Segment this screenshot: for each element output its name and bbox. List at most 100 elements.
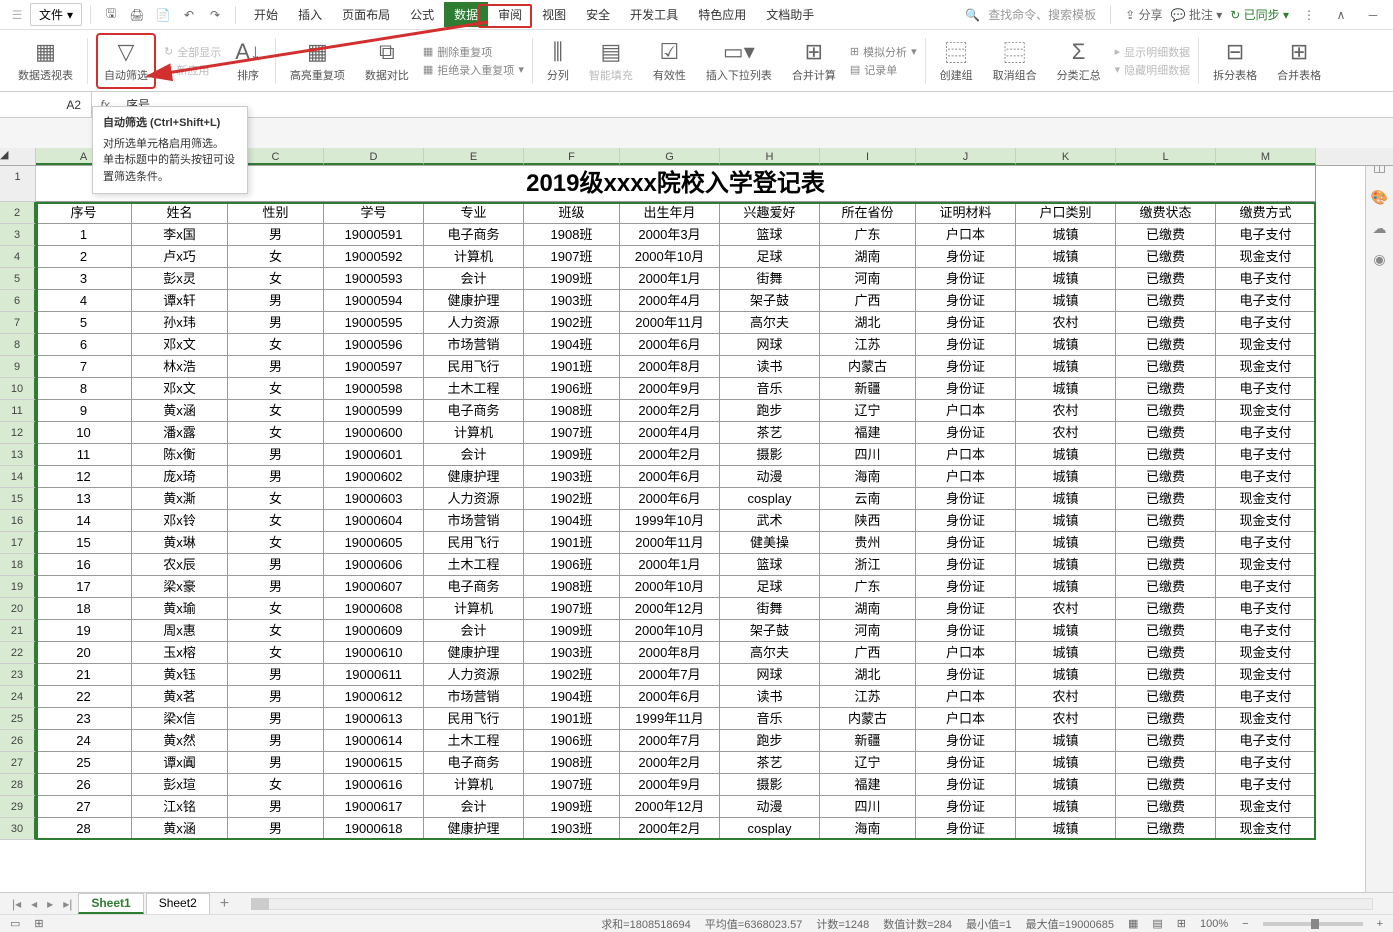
cell[interactable]: 户口本 [916, 686, 1016, 708]
cell[interactable]: 2000年6月 [620, 686, 720, 708]
cell[interactable]: 人力资源 [424, 312, 524, 334]
cell[interactable]: 广东 [820, 576, 916, 598]
row-header[interactable]: 19 [0, 576, 36, 598]
cell[interactable]: 已缴费 [1116, 246, 1216, 268]
cell[interactable]: 已缴费 [1116, 334, 1216, 356]
cell[interactable]: 湖南 [820, 598, 916, 620]
cell[interactable]: 黄x澌 [132, 488, 228, 510]
cell[interactable]: 2000年9月 [620, 774, 720, 796]
cell[interactable]: 19000602 [324, 466, 424, 488]
auto-filter-button[interactable]: ▽自动筛选 [96, 33, 156, 89]
menu-tab-公式[interactable]: 公式 [400, 2, 444, 27]
menu-tab-特色应用[interactable]: 特色应用 [688, 2, 756, 27]
cell[interactable]: 城镇 [1016, 378, 1116, 400]
cell[interactable]: 高尔夫 [720, 312, 820, 334]
cell[interactable]: 1908班 [524, 224, 620, 246]
validation-button[interactable]: ☑有效性 [647, 33, 692, 89]
cell[interactable]: 19000603 [324, 488, 424, 510]
cell[interactable]: 男 [228, 818, 324, 840]
cell[interactable]: 湖南 [820, 246, 916, 268]
cell[interactable]: 1903班 [524, 466, 620, 488]
menu-tab-插入[interactable]: 插入 [288, 2, 332, 27]
cell[interactable]: 18 [36, 598, 132, 620]
cell[interactable]: 摄影 [720, 444, 820, 466]
cell[interactable]: 城镇 [1016, 620, 1116, 642]
cell[interactable]: 户口本 [916, 224, 1016, 246]
cell[interactable]: 会计 [424, 620, 524, 642]
row-header[interactable]: 25 [0, 708, 36, 730]
cell[interactable]: 电子支付 [1216, 224, 1316, 246]
cell[interactable]: 1903班 [524, 642, 620, 664]
cell[interactable]: 湖北 [820, 312, 916, 334]
cell[interactable]: 黄x茗 [132, 686, 228, 708]
cell[interactable]: 28 [36, 818, 132, 840]
cell[interactable]: 16 [36, 554, 132, 576]
cell[interactable]: 1906班 [524, 378, 620, 400]
cell[interactable]: 健康护理 [424, 642, 524, 664]
cell[interactable]: 2000年2月 [620, 444, 720, 466]
cell[interactable]: 黄x涵 [132, 818, 228, 840]
cell[interactable]: 女 [228, 620, 324, 642]
cell[interactable]: 城镇 [1016, 774, 1116, 796]
cell[interactable]: 已缴费 [1116, 796, 1216, 818]
cell[interactable]: 陈x衡 [132, 444, 228, 466]
cell[interactable]: 已缴费 [1116, 708, 1216, 730]
cell[interactable]: 身份证 [916, 246, 1016, 268]
menu-tab-开始[interactable]: 开始 [244, 2, 288, 27]
cell[interactable]: 市场营销 [424, 686, 524, 708]
cell[interactable]: 19000615 [324, 752, 424, 774]
cell[interactable]: 已缴费 [1116, 378, 1216, 400]
cell[interactable]: 身份证 [916, 554, 1016, 576]
cell[interactable]: 男 [228, 664, 324, 686]
cell[interactable]: 19000607 [324, 576, 424, 598]
row-header[interactable]: 20 [0, 598, 36, 620]
tool-shape-icon[interactable]: ◉ [1373, 251, 1385, 268]
name-box[interactable]: A2 [0, 92, 92, 117]
print-preview-icon[interactable]: 📄 [151, 3, 175, 27]
cell[interactable]: 邓x铃 [132, 510, 228, 532]
cell[interactable]: 跑步 [720, 730, 820, 752]
cell[interactable]: 身份证 [916, 796, 1016, 818]
zoom-out-button[interactable]: − [1242, 918, 1248, 930]
cell[interactable]: 广西 [820, 642, 916, 664]
cell[interactable]: 男 [228, 752, 324, 774]
cell[interactable]: 卢x巧 [132, 246, 228, 268]
show-all-button[interactable]: ↻ 全部显示 [164, 44, 221, 60]
cell[interactable]: 架子鼓 [720, 620, 820, 642]
cell[interactable]: 电子支付 [1216, 774, 1316, 796]
cell[interactable]: 会计 [424, 444, 524, 466]
cell[interactable]: 身份证 [916, 422, 1016, 444]
cell[interactable]: 架子鼓 [720, 290, 820, 312]
cell[interactable]: 2000年11月 [620, 532, 720, 554]
cell[interactable]: 女 [228, 532, 324, 554]
cell[interactable]: 2000年2月 [620, 752, 720, 774]
sheet-nav-last[interactable]: ▸| [59, 897, 76, 911]
menu-tab-数据[interactable]: 数据 [444, 2, 488, 27]
row-header[interactable]: 7 [0, 312, 36, 334]
cell[interactable]: 现金支付 [1216, 796, 1316, 818]
cell[interactable]: 女 [228, 598, 324, 620]
cell[interactable]: 女 [228, 268, 324, 290]
cell[interactable]: 19000608 [324, 598, 424, 620]
cell[interactable]: 彭x灵 [132, 268, 228, 290]
cell[interactable]: 城镇 [1016, 730, 1116, 752]
cell[interactable]: 网球 [720, 664, 820, 686]
cell[interactable]: 出生年月 [620, 202, 720, 224]
cell[interactable]: 农村 [1016, 422, 1116, 444]
menu-tab-页面布局[interactable]: 页面布局 [332, 2, 400, 27]
cell[interactable]: 26 [36, 774, 132, 796]
cell[interactable]: 19000601 [324, 444, 424, 466]
cell[interactable]: 周x惠 [132, 620, 228, 642]
cell[interactable]: 19000594 [324, 290, 424, 312]
cell[interactable]: 2000年2月 [620, 400, 720, 422]
cell[interactable]: 已缴费 [1116, 730, 1216, 752]
cell[interactable]: 现金支付 [1216, 488, 1316, 510]
cell[interactable]: 姓名 [132, 202, 228, 224]
cell[interactable]: 19000604 [324, 510, 424, 532]
cell[interactable]: 2 [36, 246, 132, 268]
cell[interactable]: 9 [36, 400, 132, 422]
cell[interactable]: 已缴费 [1116, 422, 1216, 444]
cell[interactable]: 2000年11月 [620, 312, 720, 334]
cell[interactable]: 市场营销 [424, 510, 524, 532]
cell[interactable]: 19000592 [324, 246, 424, 268]
